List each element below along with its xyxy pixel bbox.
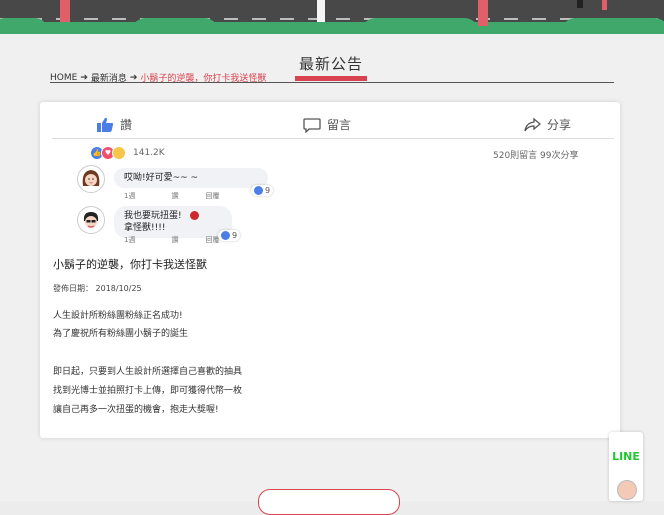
grass-strip <box>0 22 664 34</box>
like-count-value: 9 <box>232 231 238 240</box>
thumbs-up-icon <box>97 117 114 132</box>
share-label: 分享 <box>547 118 572 132</box>
reaction-summary[interactable]: 👍 ♥ 141.2K <box>90 146 165 160</box>
character-figure-icon <box>602 0 607 10</box>
article-paragraph: 讓自己再多一次扭蛋的機會，抱走大獎喔! <box>53 405 219 415</box>
comment-like-count: 9 <box>218 230 241 241</box>
article-paragraph: 即日起，只要到人生設計所選擇自己喜歡的抽具 <box>53 367 243 377</box>
comment-time: 1週 <box>124 192 136 200</box>
header-banner <box>0 0 664 34</box>
comment-bubble: 我也要玩扭蛋! 拿怪獸!!!! <box>114 206 232 238</box>
red-ball-icon <box>190 211 199 220</box>
line-share-button[interactable]: LINE <box>609 432 643 501</box>
haha-reaction-icon <box>112 146 126 160</box>
road-stripe <box>0 18 664 20</box>
bottom-button[interactable] <box>258 489 400 515</box>
reaction-count: 141.2K <box>133 148 165 158</box>
comment-reply-link[interactable]: 回覆 <box>205 191 219 201</box>
article-paragraph: 找到光博士並拍照打卡上傳，即可獲得代幣一枚 <box>53 386 243 396</box>
comment-like-link[interactable]: 讚 <box>171 191 178 201</box>
character-figure-icon <box>478 0 488 26</box>
comment-meta: 1週 讚 回覆 <box>124 235 219 245</box>
line-label: LINE <box>612 450 640 463</box>
comment-text: 我也要玩扭蛋! <box>124 211 182 221</box>
arrow-right-icon: ➔ <box>80 72 88 83</box>
breadcrumb-home[interactable]: HOME <box>50 73 77 83</box>
like-label: 讚 <box>120 118 133 132</box>
user-avatar-icon <box>83 212 99 228</box>
user-avatar-icon <box>82 170 100 186</box>
comment-label: 留言 <box>327 118 352 132</box>
avatar[interactable] <box>77 206 105 234</box>
breadcrumb: HOME ➔ 最新消息 ➔ 小鬍子的逆襲，你打卡我送怪獸 <box>50 71 267 85</box>
character-figure-icon <box>577 0 583 8</box>
like-reaction-icon <box>254 186 263 195</box>
comment-like-count: 9 <box>251 185 274 196</box>
mascot-face-icon <box>617 480 637 500</box>
comment-text: 哎呦!好可愛~~ ~ <box>124 173 199 183</box>
reaction-icons: 👍 ♥ <box>90 146 126 160</box>
comment-bubble: 哎呦!好可愛~~ ~ <box>114 168 268 188</box>
character-figure-icon <box>317 0 325 22</box>
comment-meta: 1週 讚 回覆 <box>124 191 219 201</box>
breadcrumb-news[interactable]: 最新消息 <box>91 71 127 84</box>
article-date: 發佈日期： 2018/10/25 <box>53 284 142 293</box>
breadcrumb-current: 小鬍子的逆襲，你打卡我送怪獸 <box>140 74 267 84</box>
comment-time: 1週 <box>124 236 136 244</box>
like-reaction-icon <box>221 231 230 240</box>
comment-button[interactable]: 留言 <box>303 116 351 133</box>
share-button[interactable]: 分享 <box>523 116 571 133</box>
like-button[interactable]: 讚 <box>96 116 132 133</box>
comment-text-line2: 拿怪獸!!!! <box>124 223 166 233</box>
arrow-right-icon: ➔ <box>129 72 138 83</box>
like-count-value: 9 <box>265 186 271 195</box>
page-title-block: 最新公告 <box>295 53 367 81</box>
comment-like-link[interactable]: 讚 <box>171 235 178 245</box>
comments-shares-count[interactable]: 520則留言 99次分享 <box>493 148 579 161</box>
title-underline <box>295 76 367 81</box>
article-title: 小鬍子的逆襲，你打卡我送怪獸 <box>53 258 207 271</box>
character-figure-icon <box>60 0 70 22</box>
comment-bubble-icon <box>303 117 321 133</box>
avatar[interactable] <box>77 165 105 193</box>
article-paragraph: 為了慶祝所有粉絲團小鬍子的誕生 <box>53 329 189 339</box>
share-arrow-icon <box>524 117 541 131</box>
article-paragraph: 人生設計所粉絲團粉絲正名成功! <box>53 311 183 321</box>
page-title: 最新公告 <box>298 55 363 73</box>
